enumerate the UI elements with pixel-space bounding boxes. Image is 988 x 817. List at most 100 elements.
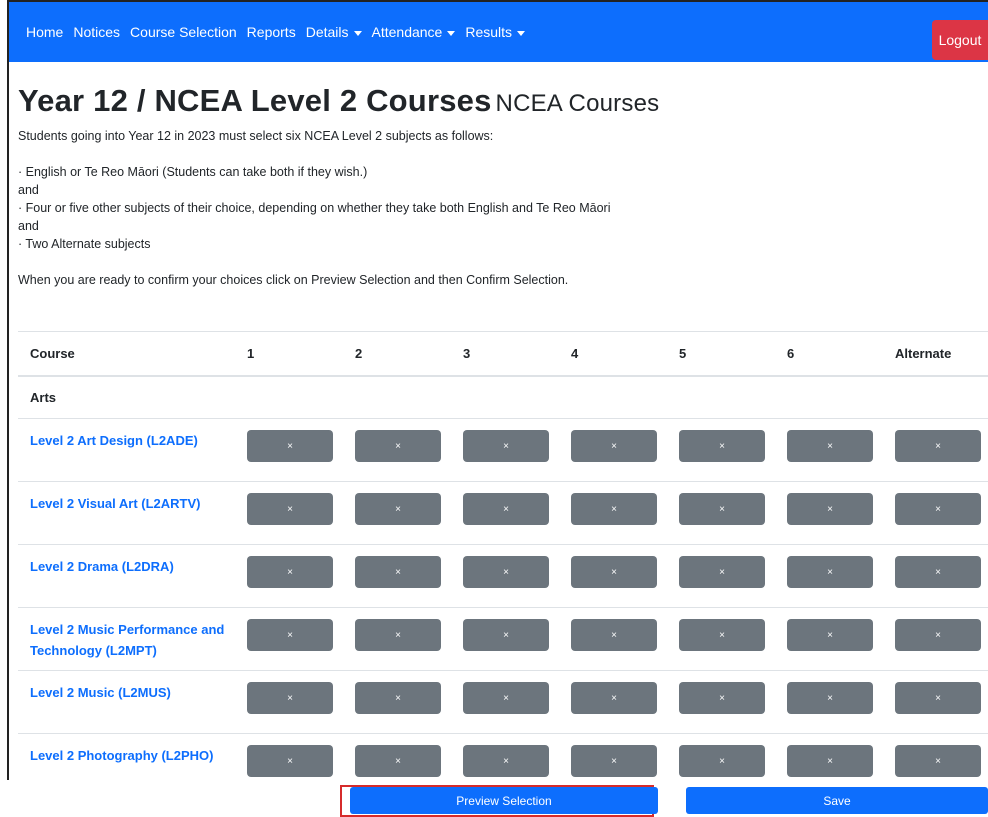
- table-row: Level 2 Music (L2MUS) × × × × × × ×: [18, 670, 988, 734]
- choice-cell: ×: [667, 544, 775, 608]
- choice-cell: ×: [343, 670, 451, 734]
- select-choice-2-button[interactable]: ×: [355, 556, 441, 588]
- nav-details-dropdown[interactable]: Details: [306, 24, 362, 40]
- nav-course-selection[interactable]: Course Selection: [130, 24, 237, 40]
- select-choice-4-button[interactable]: ×: [571, 556, 657, 588]
- top-navbar: Home Notices Course Selection Reports De…: [9, 2, 988, 62]
- preview-selection-button[interactable]: Preview Selection: [350, 787, 658, 814]
- select-choice-1-button[interactable]: ×: [247, 493, 333, 525]
- choice-cell: ×: [667, 670, 775, 734]
- course-link[interactable]: Level 2 Photography (L2PHO): [30, 734, 235, 766]
- choice-cell: ×: [343, 418, 451, 482]
- and-text: and: [18, 219, 39, 233]
- select-choice-2-button[interactable]: ×: [355, 493, 441, 525]
- select-choice-5-button[interactable]: ×: [679, 430, 765, 462]
- select-choice-alternate-button[interactable]: ×: [895, 493, 981, 525]
- select-choice-5-button[interactable]: ×: [679, 745, 765, 777]
- choice-cell: ×: [883, 481, 988, 545]
- select-choice-3-button[interactable]: ×: [463, 619, 549, 651]
- choice-cell: ×: [235, 607, 343, 671]
- choice-cell: ×: [883, 418, 988, 482]
- group-row: Arts: [18, 375, 988, 419]
- course-link[interactable]: Level 2 Drama (L2DRA): [30, 545, 235, 577]
- course-cell: Level 2 Drama (L2DRA): [18, 544, 235, 608]
- rule-text: · English or Te Reo Māori (Students can …: [18, 165, 368, 179]
- select-choice-1-button[interactable]: ×: [247, 619, 333, 651]
- select-choice-2-button[interactable]: ×: [355, 682, 441, 714]
- choice-cell: ×: [559, 481, 667, 545]
- select-choice-6-button[interactable]: ×: [787, 745, 873, 777]
- select-choice-6-button[interactable]: ×: [787, 493, 873, 525]
- page-title: Year 12 / NCEA Level 2 Courses NCEA Cours…: [18, 82, 988, 123]
- select-choice-6-button[interactable]: ×: [787, 619, 873, 651]
- select-choice-5-button[interactable]: ×: [679, 682, 765, 714]
- select-choice-2-button[interactable]: ×: [355, 619, 441, 651]
- col-header-3: 3: [451, 331, 559, 377]
- course-cell: Level 2 Visual Art (L2ARTV): [18, 481, 235, 545]
- select-choice-4-button[interactable]: ×: [571, 682, 657, 714]
- select-choice-alternate-button[interactable]: ×: [895, 619, 981, 651]
- select-choice-1-button[interactable]: ×: [247, 556, 333, 588]
- choice-cell: ×: [235, 544, 343, 608]
- select-choice-6-button[interactable]: ×: [787, 430, 873, 462]
- choice-cell: ×: [451, 481, 559, 545]
- choice-cell: ×: [775, 418, 883, 482]
- select-choice-alternate-button[interactable]: ×: [895, 430, 981, 462]
- choice-cell: ×: [451, 418, 559, 482]
- choice-cell: ×: [451, 607, 559, 671]
- logout-button[interactable]: Logout: [932, 20, 988, 60]
- and-text: and: [18, 183, 39, 197]
- nav-results-dropdown[interactable]: Results: [465, 24, 526, 40]
- choice-cell: ×: [883, 544, 988, 608]
- group-label: Arts: [18, 375, 988, 419]
- col-header-4: 4: [559, 331, 667, 377]
- select-choice-5-button[interactable]: ×: [679, 619, 765, 651]
- select-choice-3-button[interactable]: ×: [463, 493, 549, 525]
- choice-cell: ×: [775, 481, 883, 545]
- course-link[interactable]: Level 2 Art Design (L2ADE): [30, 419, 235, 451]
- save-button[interactable]: Save: [686, 787, 988, 814]
- select-choice-1-button[interactable]: ×: [247, 745, 333, 777]
- nav-attendance-label: Attendance: [371, 24, 443, 40]
- rule-text: · Two Alternate subjects: [18, 237, 151, 251]
- select-choice-6-button[interactable]: ×: [787, 682, 873, 714]
- select-choice-4-button[interactable]: ×: [571, 493, 657, 525]
- course-link[interactable]: Level 2 Music Performance and Technology…: [30, 608, 235, 661]
- select-choice-4-button[interactable]: ×: [571, 619, 657, 651]
- select-choice-1-button[interactable]: ×: [247, 682, 333, 714]
- nav-results-label: Results: [465, 24, 513, 40]
- choice-cell: ×: [235, 481, 343, 545]
- choice-cell: ×: [343, 544, 451, 608]
- select-choice-alternate-button[interactable]: ×: [895, 682, 981, 714]
- select-choice-5-button[interactable]: ×: [679, 556, 765, 588]
- select-choice-3-button[interactable]: ×: [463, 430, 549, 462]
- nav-reports[interactable]: Reports: [247, 24, 296, 40]
- select-choice-2-button[interactable]: ×: [355, 745, 441, 777]
- course-link[interactable]: Level 2 Music (L2MUS): [30, 671, 235, 703]
- col-header-1: 1: [235, 331, 343, 377]
- col-header-2: 2: [343, 331, 451, 377]
- nav-details-label: Details: [305, 24, 349, 40]
- choice-cell: ×: [667, 481, 775, 545]
- select-choice-4-button[interactable]: ×: [571, 745, 657, 777]
- select-choice-alternate-button[interactable]: ×: [895, 745, 981, 777]
- choice-cell: ×: [775, 544, 883, 608]
- nav-home[interactable]: Home: [26, 24, 63, 40]
- select-choice-5-button[interactable]: ×: [679, 493, 765, 525]
- course-selection-table: Course 1 2 3 4 5 6 Alternate Arts Level …: [18, 331, 988, 796]
- choice-cell: ×: [451, 544, 559, 608]
- select-choice-3-button[interactable]: ×: [463, 745, 549, 777]
- select-choice-1-button[interactable]: ×: [247, 430, 333, 462]
- select-choice-3-button[interactable]: ×: [463, 682, 549, 714]
- select-choice-6-button[interactable]: ×: [787, 556, 873, 588]
- course-link[interactable]: Level 2 Visual Art (L2ARTV): [30, 482, 235, 514]
- select-choice-2-button[interactable]: ×: [355, 430, 441, 462]
- select-choice-alternate-button[interactable]: ×: [895, 556, 981, 588]
- col-header-alternate: Alternate: [883, 331, 988, 377]
- nav-attendance-dropdown[interactable]: Attendance: [372, 24, 456, 40]
- nav-notices[interactable]: Notices: [73, 24, 120, 40]
- col-header-6: 6: [775, 331, 883, 377]
- select-choice-4-button[interactable]: ×: [571, 430, 657, 462]
- select-choice-3-button[interactable]: ×: [463, 556, 549, 588]
- course-cell: Level 2 Music Performance and Technology…: [18, 607, 235, 671]
